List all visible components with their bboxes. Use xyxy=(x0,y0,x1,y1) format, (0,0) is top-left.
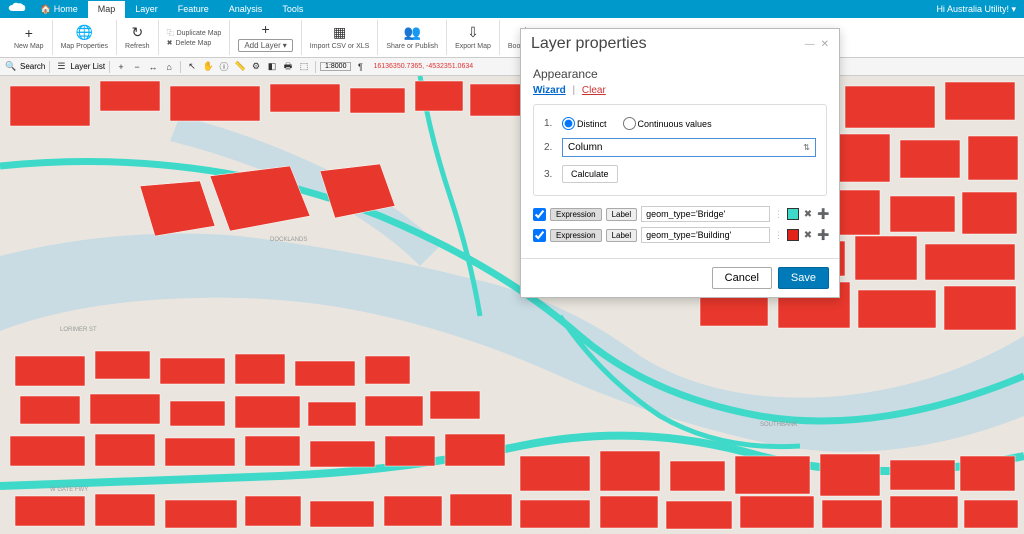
color-swatch[interactable] xyxy=(787,208,799,220)
zoom-out-icon[interactable]: − xyxy=(130,60,144,74)
tool-icon[interactable]: ⚙ xyxy=(249,60,263,74)
distinct-radio[interactable]: Distinct xyxy=(562,117,607,130)
grid-icon: ▦ xyxy=(333,24,346,41)
tab-tools[interactable]: Tools xyxy=(272,1,313,18)
delete-map-button[interactable]: ✖Delete Map xyxy=(167,39,222,47)
rule-enable-checkbox[interactable] xyxy=(533,208,546,221)
rule-enable-checkbox[interactable] xyxy=(533,229,546,242)
add-rule-icon[interactable]: ➕ xyxy=(817,230,827,241)
separator-icon: ⋮ xyxy=(774,230,783,241)
new-map-button[interactable]: + New Map xyxy=(6,20,53,55)
share-publish-button[interactable]: 👥 Share or Publish xyxy=(378,20,447,55)
info-icon[interactable]: ⓘ xyxy=(217,60,231,74)
column-select[interactable]: Column xyxy=(562,138,816,157)
clear-tab[interactable]: Clear xyxy=(582,85,606,96)
label-chip[interactable]: Label xyxy=(606,208,638,221)
cancel-button[interactable]: Cancel xyxy=(712,267,772,289)
map-canvas[interactable]: LORIMER ST W GATE FWY DOCKLANDS SOUTHBAN… xyxy=(0,76,1024,534)
add-layer-button[interactable]: Add Layer ▾ xyxy=(238,39,292,52)
tab-analysis[interactable]: Analysis xyxy=(219,1,273,18)
delete-icon: ✖ xyxy=(167,39,173,47)
plus-icon: + xyxy=(25,25,33,41)
svg-text:W GATE FWY: W GATE FWY xyxy=(50,487,88,493)
map-properties-button[interactable]: 🌐 Map Properties xyxy=(53,20,117,55)
extent-icon[interactable]: ⌂ xyxy=(162,60,176,74)
tool2-icon[interactable]: ◧ xyxy=(265,60,279,74)
app-logo-icon xyxy=(8,2,26,16)
coord-icon[interactable]: ¶ xyxy=(353,60,367,74)
tab-layer[interactable]: Layer xyxy=(125,1,168,18)
people-icon: 👥 xyxy=(403,24,420,41)
export-icon: ⇩ xyxy=(467,24,479,41)
label-chip[interactable]: Label xyxy=(606,229,638,242)
measure-icon[interactable]: 📏 xyxy=(233,60,247,74)
expression-chip[interactable]: Expression xyxy=(550,208,602,221)
style-rule-row: Expression Label ⋮ ✖ ➕ xyxy=(533,227,827,243)
search-label: Search xyxy=(20,62,45,71)
top-menu-bar: 🏠 Home Map Layer Feature Analysis Tools … xyxy=(0,0,1024,18)
search-icon[interactable]: 🔍 xyxy=(4,60,18,74)
wizard-panel: 1. Distinct Continuous values 2. Column … xyxy=(533,104,827,196)
expression-input[interactable] xyxy=(641,206,770,222)
tab-map[interactable]: Map xyxy=(88,1,126,18)
hand-icon[interactable]: ✋ xyxy=(201,60,215,74)
remove-rule-icon[interactable]: ✖ xyxy=(803,230,813,241)
tab-home[interactable]: 🏠 Home xyxy=(30,1,88,18)
continuous-radio[interactable]: Continuous values xyxy=(623,117,712,130)
coordinates-display: 16136350.7365, -4532351.0634 xyxy=(373,63,473,70)
style-rule-row: Expression Label ⋮ ✖ ➕ xyxy=(533,206,827,222)
import-csv-button[interactable]: ▦ Import CSV or XLS xyxy=(302,20,379,55)
layer-list-icon[interactable]: ☰ xyxy=(54,60,68,74)
tool3-icon[interactable]: ⬚ xyxy=(297,60,311,74)
map-toolbar: 🔍 Search ☰ Layer List + − ↔ ⌂ ↖ ✋ ⓘ 📏 ⚙ … xyxy=(0,58,1024,76)
appearance-heading: Appearance xyxy=(533,67,827,81)
dialog-close-icon[interactable]: ✕ xyxy=(821,39,829,50)
svg-text:DOCKLANDS: DOCKLANDS xyxy=(270,237,307,243)
expression-input[interactable] xyxy=(641,227,770,243)
color-swatch[interactable] xyxy=(787,229,799,241)
svg-text:LORIMER ST: LORIMER ST xyxy=(60,327,97,333)
layer-properties-dialog: Layer properties — ✕ Appearance Wizard |… xyxy=(520,28,840,298)
globe-icon: 🌐 xyxy=(76,24,93,41)
refresh-button[interactable]: ↻ Refresh xyxy=(117,20,159,55)
pan-icon[interactable]: ↔ xyxy=(146,60,160,74)
ribbon-toolbar: + New Map 🌐 Map Properties ↻ Refresh ⿻Du… xyxy=(0,18,1024,58)
main-tabs: 🏠 Home Map Layer Feature Analysis Tools xyxy=(30,1,313,18)
copy-icon: ⿻ xyxy=(167,28,174,38)
plus-icon: + xyxy=(261,21,269,37)
svg-text:SOUTHBANK: SOUTHBANK xyxy=(760,422,797,428)
dialog-minimize-icon[interactable]: — xyxy=(805,39,815,50)
separator-icon: ⋮ xyxy=(774,209,783,220)
dialog-title: Layer properties xyxy=(531,35,647,53)
export-map-button[interactable]: ⇩ Export Map xyxy=(447,20,500,55)
user-greeting[interactable]: Hi Australia Utility! ▾ xyxy=(936,4,1016,15)
wizard-tab[interactable]: Wizard xyxy=(533,85,566,96)
add-layer-group: + Add Layer ▾ xyxy=(230,20,301,55)
remove-rule-icon[interactable]: ✖ xyxy=(803,209,813,220)
calculate-button[interactable]: Calculate xyxy=(562,165,618,183)
cursor-icon[interactable]: ↖ xyxy=(185,60,199,74)
tab-feature[interactable]: Feature xyxy=(168,1,219,18)
scale-display[interactable]: 1:8000 xyxy=(320,62,351,71)
refresh-icon: ↻ xyxy=(131,24,143,41)
zoom-in-icon[interactable]: + xyxy=(114,60,128,74)
layer-list-label: Layer List xyxy=(70,62,105,71)
add-rule-icon[interactable]: ➕ xyxy=(817,209,827,220)
expression-chip[interactable]: Expression xyxy=(550,229,602,242)
save-button[interactable]: Save xyxy=(778,267,829,289)
print-icon[interactable]: 🖶 xyxy=(281,60,295,74)
duplicate-map-button[interactable]: ⿻Duplicate Map xyxy=(167,28,222,38)
